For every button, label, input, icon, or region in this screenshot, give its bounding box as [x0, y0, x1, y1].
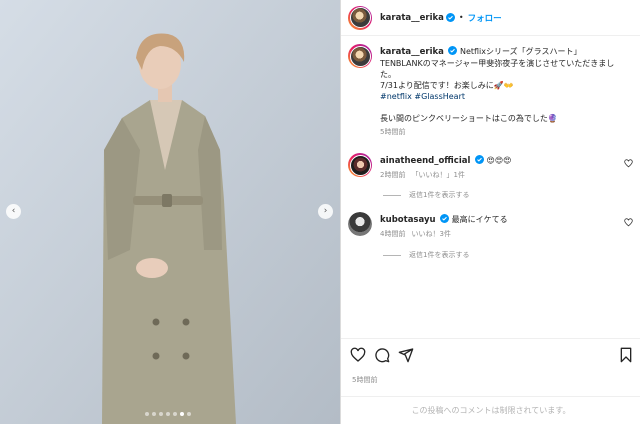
next-photo-button[interactable]: ›	[318, 204, 333, 219]
share-icon[interactable]	[398, 347, 414, 363]
comments-list: karata__erika Netflixシリーズ「グラスハート」 TENBLA…	[341, 36, 640, 338]
caption-username[interactable]: karata__erika	[380, 47, 444, 57]
verified-badge-icon	[448, 46, 458, 55]
comment-username[interactable]: ainatheend_official	[380, 156, 470, 166]
caption-hashtags[interactable]: #netflix #GlassHeart	[380, 91, 614, 102]
post-photo[interactable]: ‹ ›	[0, 0, 340, 424]
view-replies-label: 返信1件を表示する	[409, 191, 470, 199]
post-side-panel: karata__erika • フォロー karata__erika Netfl…	[340, 0, 640, 424]
view-replies-label: 返信1件を表示する	[409, 251, 470, 259]
comment-meta: 4時間前 いいね！3件	[380, 229, 508, 239]
avatar[interactable]	[348, 212, 372, 236]
comment-line: ainatheend_official 😍😍😍	[380, 155, 512, 167]
comment-likes[interactable]: いいね！3件	[411, 230, 450, 238]
replies-divider	[383, 194, 401, 196]
heart-icon[interactable]	[350, 347, 366, 363]
photo-illustration	[0, 0, 340, 424]
caption: karata__erika Netflixシリーズ「グラスハート」 TENBLA…	[348, 44, 614, 137]
carousel-dot	[180, 412, 184, 416]
carousel-dot	[152, 412, 156, 416]
view-replies-button[interactable]: 返信1件を表示する	[383, 250, 469, 260]
verified-badge-icon	[474, 155, 484, 164]
caption-text: た。	[380, 70, 396, 79]
verified-badge-icon	[445, 13, 455, 22]
comment: kubotasayu 最高にイケてる 4時間前 いいね！3件	[348, 212, 508, 239]
post-dialog: ‹ › karata__erika • フォロー karata__erika N…	[0, 0, 640, 424]
caption-text: 長い間のピンクベリーショートはこの為でした🔮	[380, 114, 558, 123]
comment-time: 2時間前	[380, 171, 406, 179]
chevron-left-icon: ‹	[11, 206, 16, 216]
carousel-dot	[166, 412, 170, 416]
comment-username[interactable]: kubotasayu	[380, 215, 436, 225]
caption-text: 7/31より配信です！お楽しみに🚀👐	[380, 81, 514, 90]
post-actions: 5時間前	[341, 338, 640, 396]
post-time: 5時間前	[352, 376, 378, 384]
caption-time: 5時間前	[380, 128, 406, 136]
comment-likes[interactable]: 「いいね！」1件	[411, 171, 464, 179]
follow-button[interactable]: フォロー	[468, 12, 502, 24]
caption-text: Netflixシリーズ「グラスハート」	[459, 47, 582, 56]
post-header: karata__erika • フォロー	[341, 0, 640, 36]
author-username[interactable]: karata__erika	[380, 13, 444, 23]
avatar[interactable]	[348, 44, 372, 68]
caption-text: TENBLANKのマネージャー甲斐弥夜子を演じさせていただきまし	[380, 59, 615, 68]
carousel-dot	[187, 412, 191, 416]
comments-limited-notice: この投稿へのコメントは制限されています。	[341, 396, 640, 424]
view-replies-button[interactable]: 返信1件を表示する	[383, 190, 469, 200]
carousel-dot	[159, 412, 163, 416]
verified-badge-icon	[440, 214, 450, 223]
like-comment-heart-icon[interactable]	[624, 159, 633, 168]
carousel-indicator	[145, 412, 191, 416]
carousel-dot	[145, 412, 149, 416]
carousel-dot	[173, 412, 177, 416]
save-icon[interactable]	[618, 347, 634, 363]
comment: ainatheend_official 😍😍😍 2時間前 「いいね！」1件	[348, 153, 512, 180]
comment-icon[interactable]	[374, 347, 390, 363]
separator-dot: •	[458, 13, 464, 22]
comment-time: 4時間前	[380, 230, 406, 238]
replies-divider	[383, 254, 401, 256]
avatar[interactable]	[348, 5, 372, 30]
previous-photo-button[interactable]: ‹	[6, 204, 21, 219]
comment-line: kubotasayu 最高にイケてる	[380, 214, 508, 226]
comment-text: 😍😍😍	[486, 156, 512, 165]
chevron-right-icon: ›	[323, 206, 328, 216]
caption-line: karata__erika Netflixシリーズ「グラスハート」	[380, 46, 614, 58]
comment-text: 最高にイケてる	[451, 215, 508, 224]
comment-meta: 2時間前 「いいね！」1件	[380, 170, 512, 180]
avatar[interactable]	[348, 153, 372, 177]
like-comment-heart-icon[interactable]	[624, 218, 633, 227]
